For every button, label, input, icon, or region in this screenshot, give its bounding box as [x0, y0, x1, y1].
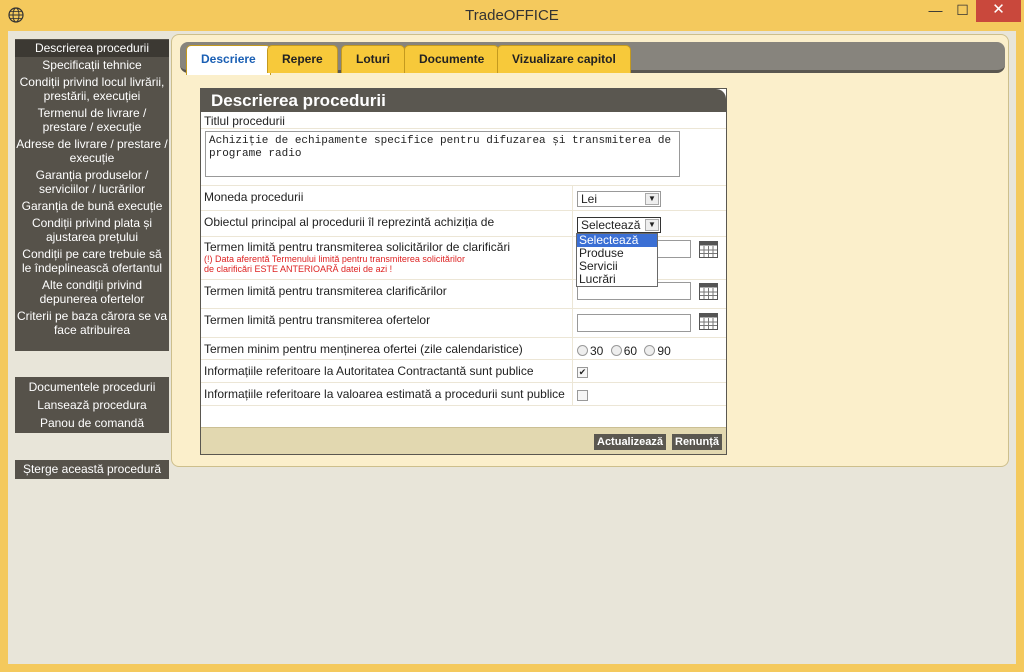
procedure-title-input[interactable]: Achiziție de echipamente specifice pentr… [205, 131, 680, 177]
nav-item-lanseaza-procedura[interactable]: Lansează procedura [15, 396, 169, 414]
nav-item-conditii-ofertant[interactable]: Condiții pe care trebuie să le îndepline… [15, 246, 169, 277]
minimize-button[interactable]: — [922, 0, 949, 22]
validity-row: Termen minim pentru menținerea ofertei (… [201, 338, 726, 360]
nav-item-alte-conditii[interactable]: Alte condiții privind depunerea ofertelo… [15, 277, 169, 308]
tab-strip: Descriere Repere Loturi Documente Vizual… [180, 42, 1005, 75]
nav-item-garantia-produselor[interactable]: Garanția produselor / serviciilor / lucr… [15, 167, 169, 198]
tab-loturi[interactable]: Loturi [341, 45, 405, 73]
validity-label: Termen minim pentru menținerea ofertei (… [201, 338, 573, 359]
calendar-icon[interactable] [699, 282, 719, 300]
validity-cell: 30 60 90 [573, 338, 726, 359]
object-select-value: Selectează [581, 218, 641, 232]
offers-date-input[interactable] [577, 314, 691, 332]
authority-public-cell: ✔ [573, 360, 726, 382]
maximize-button[interactable]: ☐ [949, 0, 976, 22]
app-client-area: Descrierea procedurii Specificații tehni… [8, 31, 1016, 664]
nav-item-specificatii-tehnice[interactable]: Specificații tehnice [15, 57, 169, 74]
panel-title: Descrierea procedurii [201, 89, 726, 112]
procedure-sections-nav: Descrierea procedurii Specificații tehni… [15, 39, 169, 351]
nav-item-documentele-procedurii[interactable]: Documentele procedurii [15, 378, 169, 396]
panel-footer: Actualizează Renunță [201, 427, 726, 454]
procedure-actions-nav: Documentele procedurii Lansează procedur… [15, 377, 169, 433]
offers-row: Termen limită pentru transmiterea oferte… [201, 309, 726, 338]
nav-item-garantia-buna-executie[interactable]: Garanția de bună execuție [15, 198, 169, 215]
title-input-row: Achiziție de echipamente specifice pentr… [201, 131, 726, 186]
nav-item-criterii-atribuire[interactable]: Criterii pe baza cărora se va face atrib… [15, 308, 169, 339]
value-public-cell [573, 383, 726, 405]
currency-cell: Lei ▼ [573, 186, 726, 210]
validity-radio-30[interactable] [577, 345, 588, 357]
clarif-label: Termen limită pentru transmiterea clarif… [201, 280, 573, 308]
nav-item-conditii-loc-livrare[interactable]: Condiții privind locul livrării, prestăr… [15, 74, 169, 105]
offers-cell [573, 309, 726, 337]
chevron-down-icon: ▼ [645, 193, 659, 205]
object-dropdown-list: Selectează Produse Servicii Lucrări [576, 233, 658, 287]
offers-label: Termen limită pentru transmiterea oferte… [201, 309, 573, 337]
validity-option-30: 30 [590, 343, 604, 358]
title-label-row: Titlul procedurii [201, 112, 726, 129]
delete-procedure-nav: Șterge această procedură [15, 460, 169, 479]
delete-procedure-button[interactable]: Șterge această procedură [15, 460, 169, 478]
value-public-checkbox[interactable] [577, 390, 588, 402]
object-option-lucrari[interactable]: Lucrări [577, 273, 657, 286]
authority-public-row: Informațiile referitoare la Autoritatea … [201, 360, 726, 383]
cancel-button[interactable]: Renunță [672, 434, 722, 450]
nav-item-descrierea-procedurii[interactable]: Descrierea procedurii [15, 40, 169, 57]
tab-descriere[interactable]: Descriere [186, 45, 271, 75]
authority-public-label: Informațiile referitoare la Autoritatea … [201, 360, 573, 382]
currency-select[interactable]: Lei ▼ [577, 191, 661, 207]
validity-option-90: 90 [657, 343, 671, 358]
title-label: Titlul procedurii [204, 114, 285, 128]
value-public-label: Informațiile referitoare la valoarea est… [201, 383, 573, 405]
tab-documente[interactable]: Documente [404, 45, 500, 73]
currency-label: Moneda procedurii [201, 186, 573, 210]
nav-item-conditii-plata[interactable]: Condiții privind plata și ajustarea preț… [15, 215, 169, 246]
validity-radio-90[interactable] [644, 345, 656, 357]
calendar-icon[interactable] [699, 240, 719, 258]
update-button[interactable]: Actualizează [594, 434, 667, 450]
authority-public-checkbox[interactable]: ✔ [577, 367, 588, 379]
window-titlebar: TradeOFFICE — ☐ ✕ [0, 0, 1024, 31]
validity-option-60: 60 [623, 343, 638, 358]
currency-row: Moneda procedurii Lei ▼ [201, 186, 726, 211]
validity-radio-60[interactable] [610, 345, 622, 357]
clarif-request-label: Termen limită pentru transmiterea solici… [204, 240, 511, 254]
currency-select-value: Lei [581, 192, 598, 206]
window-title: TradeOFFICE [465, 7, 559, 24]
chevron-down-icon: ▼ [645, 219, 659, 231]
tab-repere[interactable]: Repere [267, 45, 338, 73]
close-button[interactable]: ✕ [976, 0, 1021, 22]
calendar-icon[interactable] [699, 313, 719, 330]
nav-item-termen-livrare[interactable]: Termenul de livrare / prestare / execuți… [15, 105, 169, 136]
value-public-row: Informațiile referitoare la valoarea est… [201, 383, 726, 406]
nav-item-adrese-livrare[interactable]: Adrese de livrare / prestare / execuție [15, 136, 169, 167]
tab-vizualizare-capitol[interactable]: Vizualizare capitol [497, 45, 631, 73]
object-select[interactable]: Selectează ▼ [577, 217, 661, 233]
object-label: Obiectul principal al procedurii îl repr… [201, 211, 573, 236]
clarif-request-warning-line2: de clarificări ESTE ANTERIOARĂ datei de … [204, 264, 393, 274]
clarif-request-warning-line1: (!) Data aferentă Termenului limită pent… [204, 254, 465, 264]
clarif-request-label-cell: Termen limită pentru transmiterea solici… [201, 237, 573, 279]
nav-item-panou-comanda[interactable]: Panou de comandă [15, 414, 169, 432]
